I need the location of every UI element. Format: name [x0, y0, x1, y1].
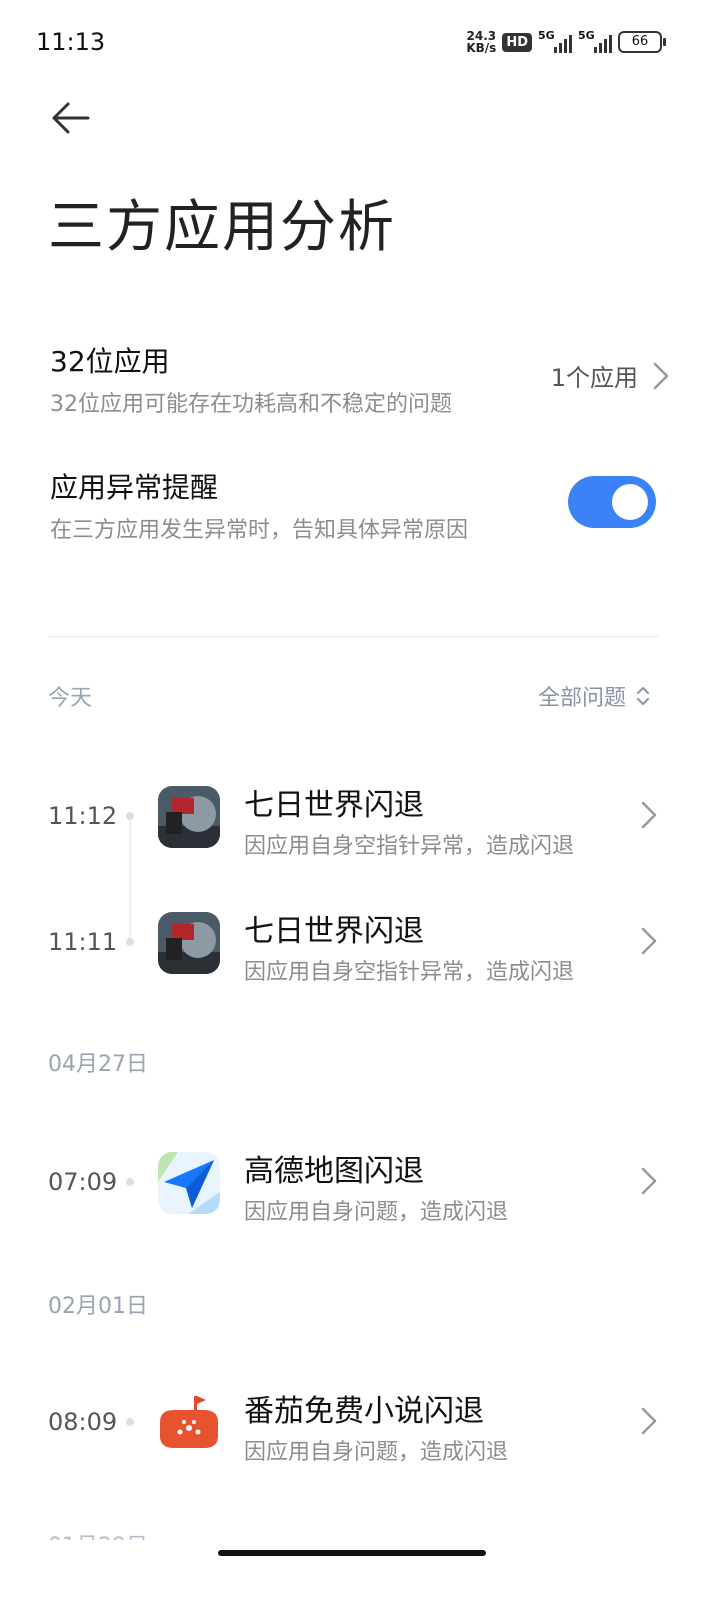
filter-dropdown[interactable]: 全部问题: [538, 680, 650, 712]
status-time: 11:13: [36, 28, 106, 56]
bit32-apps-count: 1个应用: [551, 358, 670, 393]
timeline-dot: [126, 812, 134, 820]
timeline-dot: [126, 938, 134, 946]
net-speed: 24.3 KB/s: [466, 29, 497, 55]
home-indicator[interactable]: [218, 1550, 486, 1556]
status-bar: 11:13 24.3 KB/s HD 5G 5G 66: [0, 0, 720, 80]
chevron-right-icon: [653, 362, 669, 389]
list-item[interactable]: 07:09 高德地图闪退 因应用自身问题，造成闪退: [0, 1144, 720, 1225]
arrow-left-icon: [52, 102, 90, 134]
divider: [48, 636, 658, 637]
chevron-right-icon: [641, 801, 657, 829]
list-item[interactable]: 08:09 番茄免费小说闪退 因应用自身问题，造成闪退: [0, 1384, 720, 1465]
game-icon: [158, 786, 220, 848]
toggle-knob: [612, 484, 648, 520]
section-label-date: 04月27日: [48, 1052, 148, 1077]
map-icon: [158, 1152, 220, 1214]
exception-alert-toggle[interactable]: [568, 476, 656, 528]
list-item[interactable]: 11:12 七日世界闪退 因应用自身空指针异常，造成闪退: [0, 778, 720, 859]
chevron-right-icon: [641, 927, 657, 955]
section-label-date: 01月29日: [48, 1528, 148, 1540]
chevron-up-down-icon: [637, 687, 649, 705]
novel-icon: [158, 1392, 220, 1454]
signal-icon-2: 5G: [578, 29, 612, 53]
signal-icon: 5G: [538, 29, 572, 53]
timeline-dot: [126, 1418, 134, 1426]
section-label-today: 今天: [48, 686, 93, 711]
game-icon: [158, 912, 220, 974]
chevron-right-icon: [641, 1167, 657, 1195]
chevron-right-icon: [641, 1407, 657, 1435]
timeline-dot: [126, 1178, 134, 1186]
section-label-date: 02月01日: [48, 1294, 148, 1319]
page-title: 三方应用分析: [48, 195, 396, 260]
status-icons: 24.3 KB/s HD 5G 5G 66: [466, 28, 666, 56]
back-button[interactable]: [48, 98, 96, 138]
list-item[interactable]: 11:11 七日世界闪退 因应用自身空指针异常，造成闪退: [0, 904, 720, 985]
exception-alert-row: 应用异常提醒 在三方应用发生异常时，告知具体异常原因: [50, 466, 670, 546]
hd-voice-icon: HD: [502, 32, 532, 52]
battery-icon: 66: [618, 31, 666, 53]
bit32-apps-row[interactable]: 32位应用 32位应用可能存在功耗高和不稳定的问题 1个应用: [50, 340, 670, 420]
